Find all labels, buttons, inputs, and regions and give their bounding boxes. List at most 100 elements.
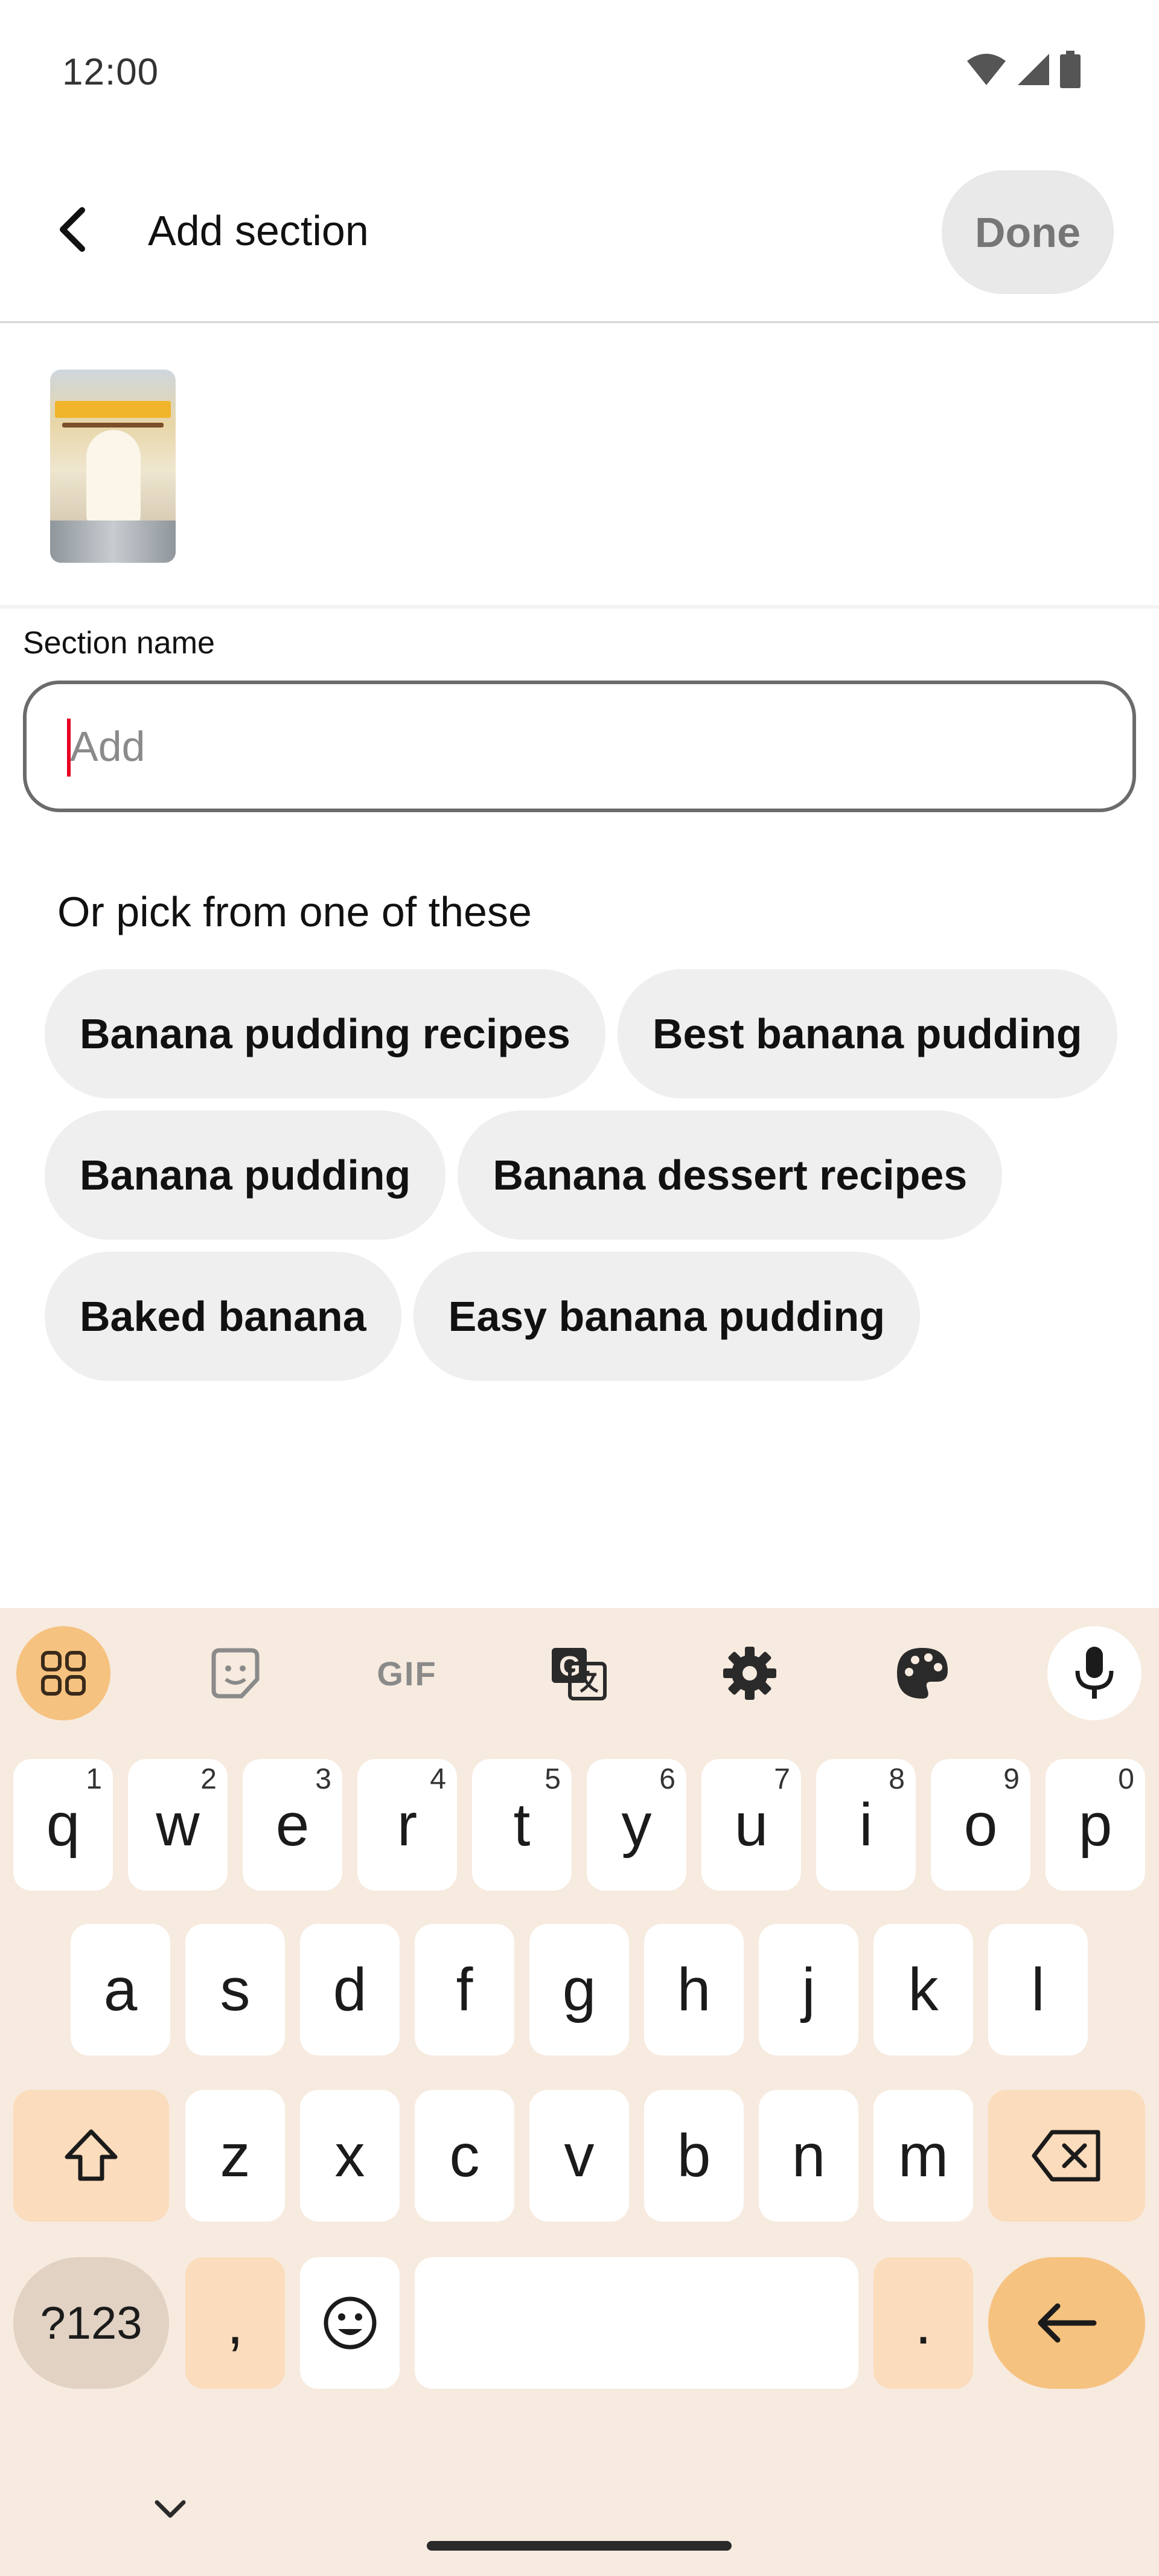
apps-grid-button[interactable] xyxy=(16,1626,110,1720)
key-hint: 4 xyxy=(430,1763,446,1795)
settings-button[interactable] xyxy=(703,1626,797,1720)
key-j[interactable]: j xyxy=(759,1924,858,2055)
key-label: q xyxy=(46,1790,80,1859)
key-e[interactable]: e3 xyxy=(243,1759,342,1891)
emoji-icon xyxy=(324,2296,376,2350)
back-arrow-icon xyxy=(60,207,85,252)
symbols-key[interactable]: ?123 xyxy=(13,2257,169,2389)
key-label: e xyxy=(275,1790,310,1859)
done-button[interactable]: Done xyxy=(942,170,1114,294)
enter-icon xyxy=(1038,2303,1097,2343)
key-f[interactable]: f xyxy=(415,1924,514,2055)
suggestion-chip[interactable]: Banana pudding recipes xyxy=(45,969,605,1098)
key-label: y xyxy=(621,1790,652,1859)
key-label: u xyxy=(734,1790,768,1859)
key-n[interactable]: n xyxy=(759,2090,858,2222)
apps-grid-icon xyxy=(41,1651,86,1696)
shift-icon xyxy=(65,2129,118,2181)
suggestion-chip[interactable]: Best banana pudding xyxy=(617,969,1117,1098)
key-r[interactable]: r4 xyxy=(357,1759,457,1891)
key-s[interactable]: s xyxy=(185,1924,285,2055)
period-key[interactable]: . xyxy=(873,2257,973,2389)
shift-key[interactable] xyxy=(13,2090,169,2222)
key-g[interactable]: g xyxy=(529,1924,629,2055)
hide-keyboard-chevron-icon[interactable] xyxy=(152,2491,188,2528)
key-label: o xyxy=(963,1790,998,1859)
key-d[interactable]: d xyxy=(300,1924,400,2055)
key-label: w xyxy=(156,1790,200,1859)
translate-icon: G xyxy=(552,1648,607,1700)
status-time: 12:00 xyxy=(62,51,159,93)
voice-input-button[interactable] xyxy=(1047,1626,1141,1720)
section-name-input[interactable] xyxy=(23,681,1136,812)
key-y[interactable]: y6 xyxy=(587,1759,686,1891)
key-h[interactable]: h xyxy=(644,1924,744,2055)
thumbnail-subtitle xyxy=(62,423,164,428)
palette-icon xyxy=(897,1648,948,1699)
status-bar: 12:00 xyxy=(0,0,1159,139)
suggestion-chip[interactable]: Easy banana pudding xyxy=(413,1252,921,1381)
key-b[interactable]: b xyxy=(644,2090,744,2222)
key-t[interactable]: t5 xyxy=(472,1759,572,1891)
key-label: t xyxy=(513,1790,531,1859)
home-indicator[interactable] xyxy=(427,2541,732,2551)
key-p[interactable]: p0 xyxy=(1046,1759,1145,1891)
keyboard-toolbar: GIF G xyxy=(0,1608,1159,1741)
key-hint: 0 xyxy=(1118,1763,1134,1795)
status-icons xyxy=(966,51,1081,88)
thumbnail-title-banner xyxy=(55,401,171,418)
key-hint: 1 xyxy=(86,1763,102,1795)
comma-key[interactable]: , xyxy=(185,2257,285,2389)
suggestion-chips: Banana pudding recipes Best banana puddi… xyxy=(45,969,1119,1381)
space-key[interactable] xyxy=(415,2257,858,2389)
sticker-icon xyxy=(211,1648,260,1699)
key-c[interactable]: c xyxy=(415,2090,514,2222)
key-k[interactable]: k xyxy=(873,1924,973,2055)
suggestion-chip[interactable]: Banana dessert recipes xyxy=(458,1110,1003,1240)
key-w[interactable]: w2 xyxy=(128,1759,228,1891)
key-l[interactable]: l xyxy=(988,1924,1088,2055)
key-u[interactable]: u7 xyxy=(701,1759,801,1891)
suggestion-chip[interactable]: Banana pudding xyxy=(45,1110,446,1240)
pin-thumbnail xyxy=(50,370,176,563)
key-label: r xyxy=(397,1790,418,1859)
key-x[interactable]: x xyxy=(300,2090,400,2222)
header: Add section Done xyxy=(0,139,1159,323)
key-hint: 7 xyxy=(774,1763,790,1795)
key-v[interactable]: v xyxy=(529,2090,629,2222)
emoji-key[interactable] xyxy=(300,2257,400,2389)
key-o[interactable]: o9 xyxy=(931,1759,1030,1891)
theme-button[interactable] xyxy=(875,1626,969,1720)
sticker-button[interactable] xyxy=(188,1626,283,1720)
mic-icon xyxy=(1075,1647,1114,1699)
key-hint: 3 xyxy=(315,1763,331,1795)
key-hint: 2 xyxy=(200,1763,217,1795)
backspace-key[interactable] xyxy=(988,2090,1145,2222)
gif-button[interactable]: GIF xyxy=(360,1626,454,1720)
page-title: Add section xyxy=(148,207,369,254)
key-label: i xyxy=(859,1790,873,1859)
key-hint: 6 xyxy=(659,1763,675,1795)
keyboard: GIF G q 1 w 2 e 3 r 4 t 5 y 6 u 7 i 8 o … xyxy=(0,1608,1159,2576)
text-caret xyxy=(67,719,71,777)
suggestion-chip[interactable]: Baked banana xyxy=(45,1252,401,1381)
wifi-icon xyxy=(967,54,1006,85)
signal-icon xyxy=(1018,54,1049,85)
back-button[interactable] xyxy=(36,193,109,266)
key-label: p xyxy=(1078,1790,1113,1859)
key-hint: 5 xyxy=(544,1763,561,1795)
key-i[interactable]: i8 xyxy=(816,1759,916,1891)
key-q[interactable]: q1 xyxy=(13,1759,113,1891)
key-hint: 9 xyxy=(1003,1763,1020,1795)
pin-preview-area xyxy=(0,325,1159,609)
settings-icon xyxy=(723,1647,776,1700)
thumbnail-pudding-drip xyxy=(86,430,141,533)
key-a[interactable]: a xyxy=(71,1924,170,2055)
translate-button[interactable]: G xyxy=(531,1626,625,1720)
section-name-label: Section name xyxy=(23,626,215,661)
key-m[interactable]: m xyxy=(873,2090,973,2222)
enter-key[interactable] xyxy=(988,2257,1145,2389)
battery-icon xyxy=(1060,51,1081,88)
key-z[interactable]: z xyxy=(185,2090,285,2222)
gif-label: GIF xyxy=(377,1654,437,1693)
